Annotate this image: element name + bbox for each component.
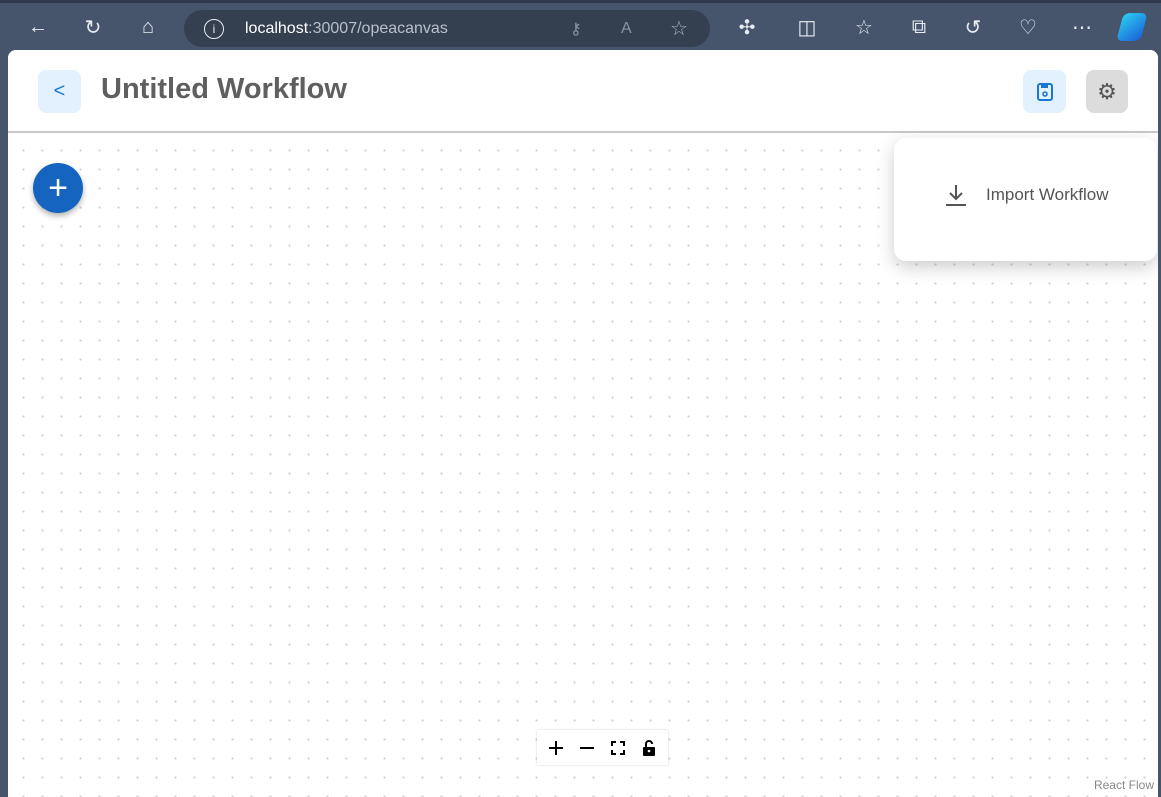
favorites-icon[interactable]: ☆ — [850, 13, 878, 41]
info-icon[interactable]: i — [204, 18, 224, 39]
read-aloud-icon[interactable]: A — [621, 20, 632, 38]
lock-button[interactable] — [635, 734, 663, 762]
back-arrow-icon[interactable]: ← — [24, 13, 52, 41]
gear-icon: ⚙ — [1097, 78, 1117, 104]
zoom-in-button[interactable] — [542, 734, 570, 762]
fit-view-button[interactable] — [604, 734, 632, 762]
more-icon[interactable]: ⋯ — [1068, 13, 1096, 41]
split-screen-icon[interactable]: ◫ — [793, 13, 821, 41]
copilot-icon[interactable] — [1116, 13, 1148, 41]
refresh-icon[interactable]: ↻ — [79, 13, 107, 41]
save-button[interactable] — [1023, 70, 1066, 113]
browser-toolbar: ← ↻ ⌂ i localhost:30007/opeacanvas ⚷ A ☆… — [0, 3, 1161, 50]
add-node-button[interactable]: + — [33, 163, 83, 213]
unlock-icon — [642, 739, 655, 756]
history-icon[interactable]: ↺ — [959, 13, 987, 41]
download-icon — [946, 185, 966, 206]
collections-icon[interactable]: ⧉ — [905, 13, 933, 41]
app-header: < Untitled Workflow ⚙ — [8, 50, 1158, 133]
plus-icon: + — [48, 168, 68, 207]
minus-icon — [580, 746, 595, 749]
page-title: Untitled Workflow — [101, 73, 347, 105]
menu-item-label: Import Workflow — [986, 185, 1109, 204]
fit-view-icon — [610, 740, 625, 755]
address-bar[interactable]: i localhost:30007/opeacanvas ⚷ A ☆ — [184, 10, 710, 47]
browser-essentials-icon[interactable]: ♡ — [1014, 13, 1042, 41]
react-flow-attribution[interactable]: React Flow — [1094, 778, 1154, 792]
zoom-out-button[interactable] — [573, 734, 601, 762]
chevron-left-icon: < — [53, 80, 66, 102]
favorite-star-icon[interactable]: ☆ — [670, 16, 688, 41]
plus-icon — [549, 740, 564, 755]
url-host: localhost — [245, 19, 309, 37]
extensions-icon[interactable]: ✣ — [733, 13, 761, 41]
app-page: < Untitled Workflow ⚙ + React Flow Impor… — [8, 50, 1158, 797]
key-icon[interactable]: ⚷ — [570, 19, 582, 39]
flow-controls — [537, 730, 668, 765]
settings-button[interactable]: ⚙ — [1086, 70, 1128, 113]
save-icon — [1036, 82, 1053, 101]
url-path: :30007/opeacanvas — [308, 19, 448, 37]
settings-menu: Import Workflow — [894, 138, 1157, 261]
back-button[interactable]: < — [38, 70, 81, 113]
menu-item-import-workflow[interactable]: Import Workflow — [944, 183, 1109, 207]
home-icon[interactable]: ⌂ — [134, 13, 162, 41]
